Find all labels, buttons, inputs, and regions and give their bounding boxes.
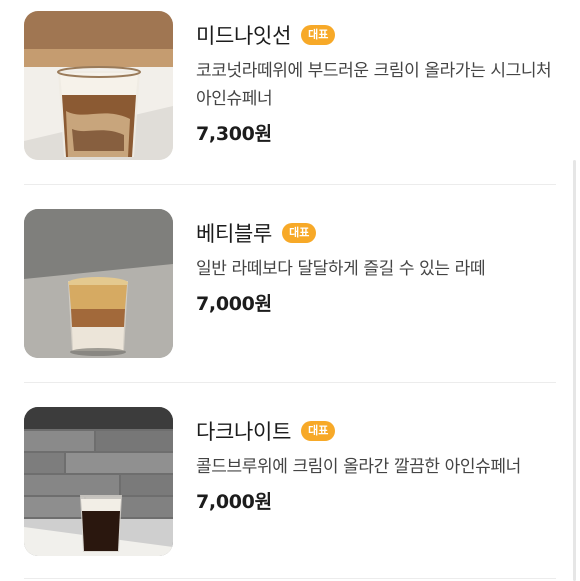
menu-item-description: 일반 라떼보다 달달하게 즐길 수 있는 라떼 xyxy=(196,259,486,279)
cold-brew-cream-glass-photo xyxy=(24,407,173,556)
signature-badge: 대표 xyxy=(301,421,336,441)
menu-item[interactable]: 베티블루 대표 일반 라떼보다 달달하게 즐길 수 있는 라떼 7,000원 xyxy=(0,198,580,396)
menu-item[interactable]: 다크나이트 대표 콜드브루위에 크림이 올라간 깔끔한 아인슈페너 7,000원 xyxy=(0,396,580,581)
scrollbar[interactable] xyxy=(573,160,576,581)
iced-latte-glass-photo xyxy=(24,11,173,160)
menu-item-photo xyxy=(24,11,173,160)
divider xyxy=(24,184,556,185)
cream-latte-glass-photo xyxy=(24,209,173,358)
divider xyxy=(24,578,556,579)
menu-item-description: 콜드브루위에 크림이 올라간 깔끔한 아인슈페너 xyxy=(196,457,521,477)
menu-item-name: 다크나이트 xyxy=(196,420,292,444)
signature-badge: 대표 xyxy=(282,223,317,243)
menu-list: 미드나잇선 대표 코코넛라떼위에 부드러운 크림이 올라가는 시그니처 아인슈페… xyxy=(0,0,580,581)
menu-item-name: 미드나잇선 xyxy=(196,24,292,48)
divider xyxy=(24,382,556,383)
menu-item-price: 7,000원 xyxy=(196,491,272,513)
menu-item-name: 베티블루 xyxy=(196,222,273,246)
menu-item-photo xyxy=(24,407,173,556)
menu-item-price: 7,300원 xyxy=(196,123,272,145)
menu-item-description: 코코넛라떼위에 부드러운 크림이 올라가는 시그니처 아인슈페너 xyxy=(196,61,552,109)
menu-item-price: 7,000원 xyxy=(196,293,272,315)
signature-badge: 대표 xyxy=(301,25,336,45)
menu-item[interactable]: 미드나잇선 대표 코코넛라떼위에 부드러운 크림이 올라가는 시그니처 아인슈페… xyxy=(0,0,580,198)
menu-item-photo xyxy=(24,209,173,358)
